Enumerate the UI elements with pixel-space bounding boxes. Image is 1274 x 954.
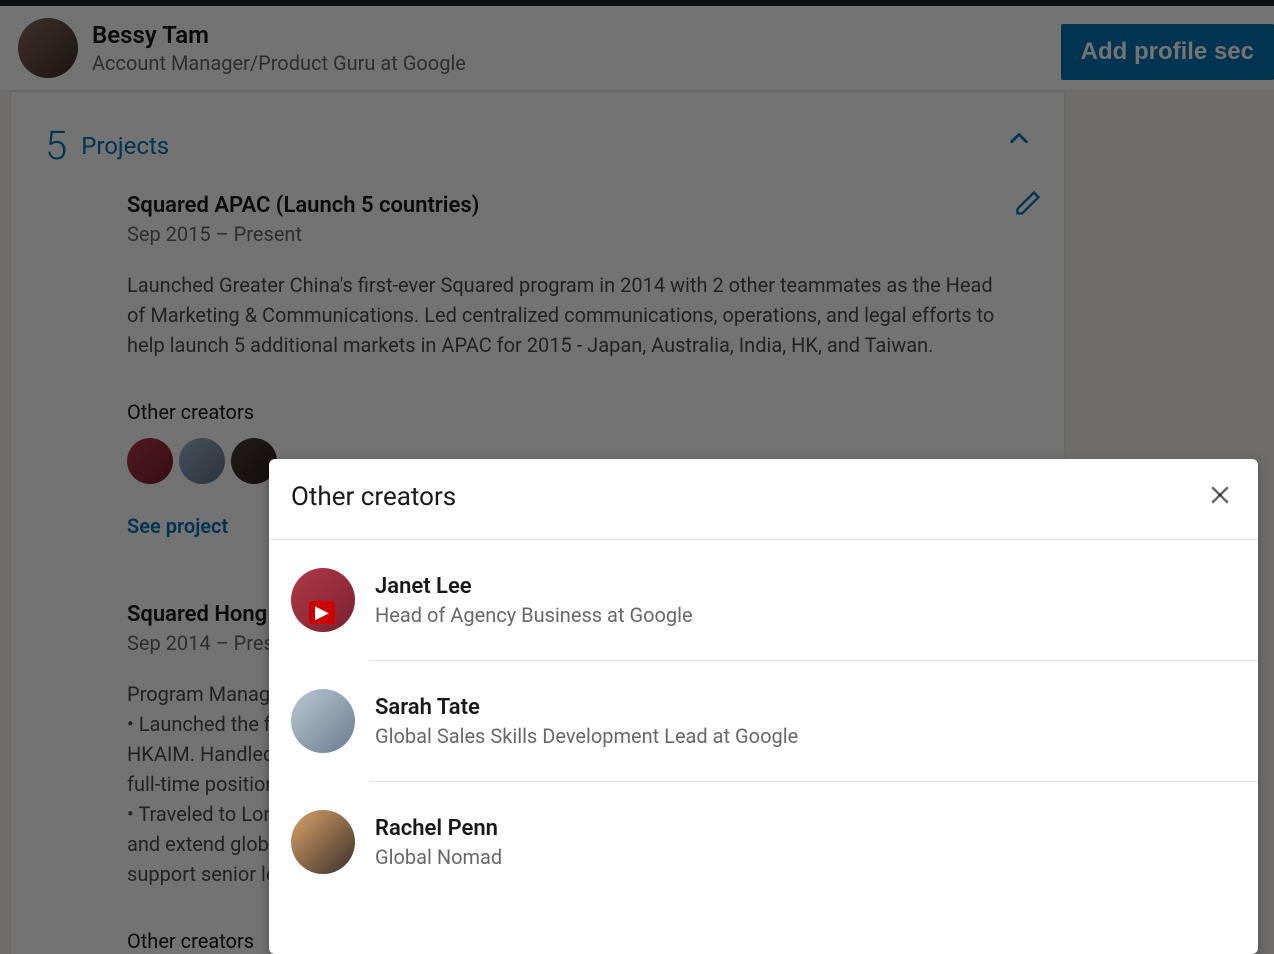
creator-name: Rachel Penn — [375, 816, 502, 841]
other-creators-modal: Other creators Janet Lee Head of Agency … — [269, 459, 1258, 954]
close-icon[interactable] — [1204, 479, 1236, 515]
creator-title: Global Nomad — [375, 845, 502, 869]
creator-name: Janet Lee — [375, 574, 693, 599]
modal-title: Other creators — [291, 482, 456, 512]
creator-avatar[interactable] — [291, 689, 355, 753]
creator-row[interactable]: Rachel Penn Global Nomad — [269, 782, 1258, 902]
creator-row[interactable]: Sarah Tate Global Sales Skills Developme… — [269, 661, 1258, 781]
creator-title: Global Sales Skills Development Lead at … — [375, 724, 798, 748]
creator-avatar[interactable] — [291, 568, 355, 632]
creator-title: Head of Agency Business at Google — [375, 603, 693, 627]
creator-name: Sarah Tate — [375, 695, 798, 720]
creator-list: Janet Lee Head of Agency Business at Goo… — [269, 540, 1258, 902]
creator-row[interactable]: Janet Lee Head of Agency Business at Goo… — [269, 540, 1258, 660]
creator-avatar[interactable] — [291, 810, 355, 874]
